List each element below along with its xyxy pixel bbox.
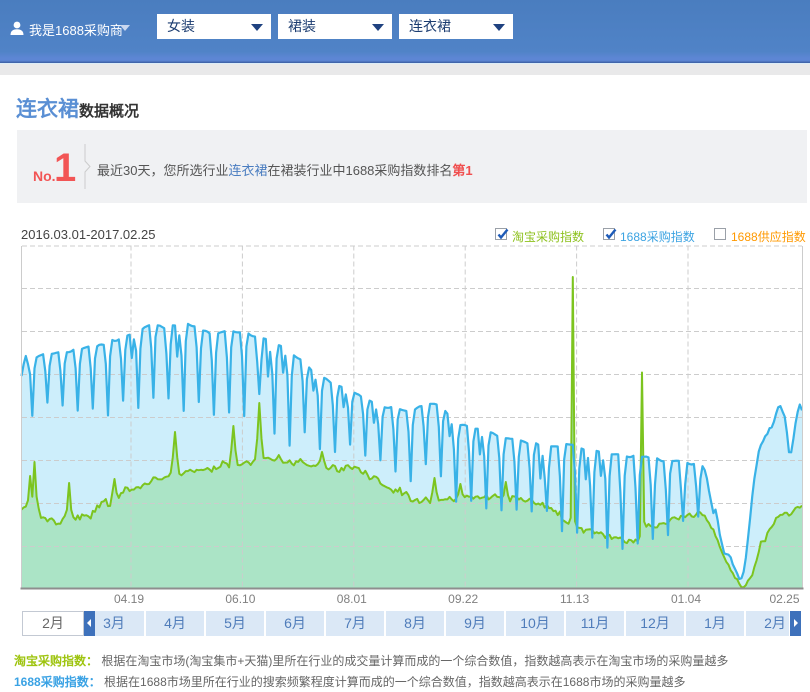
svg-text:04.19: 04.19 [114, 592, 144, 606]
svg-text:06.10: 06.10 [225, 592, 255, 606]
svg-text:08.01: 08.01 [337, 592, 367, 606]
svg-text:02.25: 02.25 [769, 592, 799, 606]
svg-text:01.04: 01.04 [671, 592, 701, 606]
svg-text:11.13: 11.13 [560, 592, 589, 606]
svg-text:09.22: 09.22 [448, 592, 478, 606]
